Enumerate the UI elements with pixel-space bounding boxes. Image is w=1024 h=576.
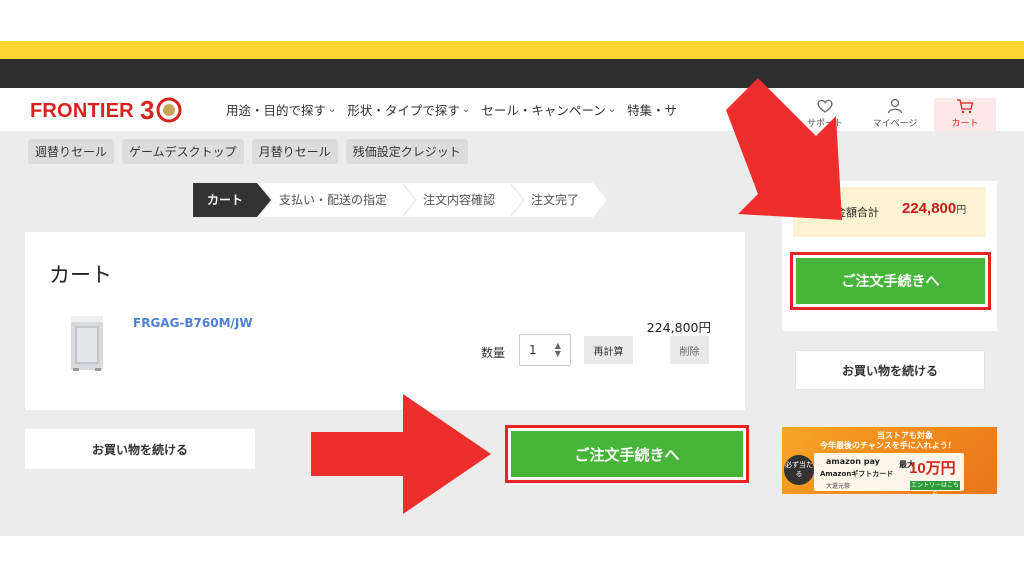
proceed-to-order-button[interactable]: ご注文手続きへ (511, 431, 743, 477)
chip-weekly-sale[interactable]: 週替りセール (28, 139, 115, 164)
amazon-pay-logo: amazon pay (826, 457, 880, 466)
step-confirm: 注文内容確認 (401, 183, 526, 217)
checkout-steps: カート 支払い・配送の指定 注文内容確認 注文完了 (193, 183, 610, 217)
pc-tower-image (71, 316, 103, 371)
amazon-pay-campaign-banner[interactable]: 当ストアも対象 今年最後のチャンスを手に入れよう！ 必ず当たる amazon p… (782, 427, 997, 494)
nav-item-sale[interactable]: セール・キャンペーン ⌄ (481, 100, 616, 119)
product-price: 224,800円 (646, 320, 711, 335)
step-payment-delivery: 支払い・配送の指定 (257, 183, 418, 217)
recalculate-button[interactable]: 再計算 (584, 336, 633, 364)
step-cart: カート (193, 183, 274, 217)
continue-shopping-button[interactable]: お買い物を続ける (25, 429, 255, 469)
cart-link[interactable]: カート (934, 98, 996, 132)
stepper-arrows-icon[interactable]: ▲ ▼ (555, 342, 561, 358)
chevron-down-icon: ⌄ (328, 104, 337, 115)
mypage-link[interactable]: マイページ (864, 98, 926, 132)
chip-monthly-sale[interactable]: 月替りセール (251, 139, 338, 164)
quantity-value: 1 (529, 343, 537, 357)
arrow-down-right-icon (726, 78, 842, 220)
chip-residual-credit[interactable]: 残価設定クレジット (345, 139, 468, 164)
product-name-link[interactable]: FRGAG-B760M/JW (133, 316, 253, 330)
cart-title: カート (49, 263, 112, 287)
arrow-right-icon (311, 394, 491, 514)
top-yellow-stripe (0, 41, 1024, 59)
side-continue-shopping-button[interactable]: お買い物を続ける (795, 350, 985, 390)
cart-panel: カート FRGAG-B760M/JW 224,800円 数量 1 ▲ ▼ 再計算 … (25, 232, 745, 410)
top-dark-bar (0, 59, 1024, 88)
quantity-label: 数量 (481, 346, 506, 360)
delete-button[interactable]: 削除 (670, 336, 709, 364)
entry-link[interactable]: エントリーはこちら (910, 481, 960, 494)
user-icon (887, 98, 903, 114)
nav-item-shape[interactable]: 形状・タイプで探す ⌄ (347, 100, 470, 119)
order-total-value: 224,800円 (902, 200, 967, 217)
order-button-highlight: ご注文手続きへ (505, 425, 749, 483)
quantity-stepper[interactable]: 1 ▲ ▼ (519, 334, 571, 366)
nav-item-purpose[interactable]: 用途・目的で探す ⌄ (226, 100, 336, 119)
side-proceed-to-order-button[interactable]: ご注文手続きへ (796, 258, 985, 304)
cart-icon (957, 99, 974, 114)
chip-gaming-desktop[interactable]: ゲームデスクトップ (122, 139, 244, 164)
svg-text:3: 3 (140, 95, 154, 125)
side-order-button-highlight: ご注文手続きへ (790, 252, 991, 310)
quick-links: 週替りセール ゲームデスクトップ 月替りセール 残価設定クレジット (28, 139, 476, 164)
anniversary-30-badge-icon: 3 (140, 95, 182, 125)
guaranteed-badge: 必ず当たる (784, 455, 814, 485)
nav-item-feature[interactable]: 特集・サ (627, 100, 677, 119)
main-nav: 用途・目的で探す ⌄ 形状・タイプで探す ⌄ セール・キャンペーン ⌄ 特集・サ (226, 100, 726, 119)
chevron-down-icon: ⌄ (461, 104, 471, 115)
chevron-down-icon: ⌄ (607, 104, 617, 115)
frontier-logo[interactable]: FRONTIER (30, 100, 134, 123)
